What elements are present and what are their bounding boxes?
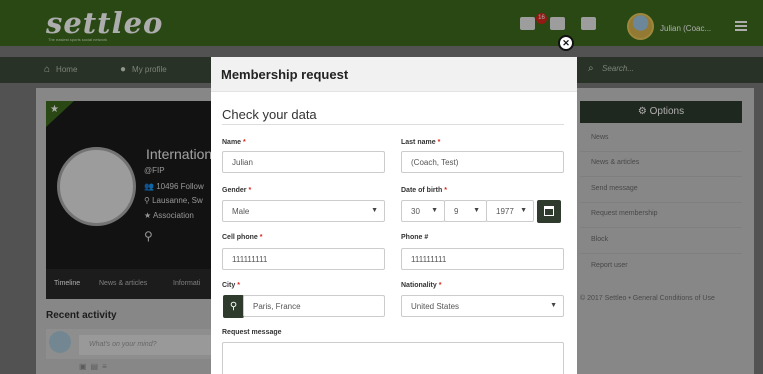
city-field[interactable]: Paris, France bbox=[243, 295, 385, 317]
gender-label: Gender * bbox=[222, 187, 252, 194]
location-pin-icon[interactable]: ⚲ bbox=[223, 295, 244, 318]
calendar-button[interactable] bbox=[537, 200, 561, 223]
city-label: City * bbox=[222, 282, 240, 289]
name-label: Name * bbox=[222, 139, 246, 146]
modal-title: Membership request bbox=[221, 67, 349, 82]
name-field[interactable]: Julian bbox=[222, 151, 385, 173]
nationality-select[interactable]: United States ▼ bbox=[401, 295, 564, 317]
chevron-down-icon: ▼ bbox=[550, 302, 557, 309]
phone-label: Phone # bbox=[401, 234, 429, 241]
cell-phone-label: Cell phone * bbox=[222, 234, 263, 241]
close-icon[interactable]: ✕ bbox=[558, 35, 574, 51]
cell-phone-field[interactable]: 111111111 bbox=[222, 248, 385, 270]
calendar-icon bbox=[544, 206, 554, 216]
chevron-down-icon: ▼ bbox=[371, 207, 378, 214]
request-message-label: Request message bbox=[222, 329, 282, 336]
gender-select[interactable]: Male ▼ bbox=[222, 200, 385, 222]
request-message-field[interactable] bbox=[222, 342, 564, 374]
dob-year-select[interactable]: 1977 ▼ bbox=[486, 200, 534, 222]
dob-label: Date of birth * bbox=[401, 187, 447, 194]
section-divider bbox=[222, 124, 564, 125]
dob-day-select[interactable]: 30 ▼ bbox=[401, 200, 445, 222]
nationality-label: Nationality * bbox=[401, 282, 442, 289]
modal-header: Membership request bbox=[211, 57, 577, 92]
dob-month-select[interactable]: 9 ▼ bbox=[444, 200, 487, 222]
chevron-down-icon: ▼ bbox=[520, 207, 527, 214]
section-title: Check your data bbox=[222, 107, 317, 122]
phone-field[interactable]: 111111111 bbox=[401, 248, 564, 270]
chevron-down-icon: ▼ bbox=[431, 207, 438, 214]
last-name-label: Last name * bbox=[401, 139, 441, 146]
last-name-field[interactable]: (Coach, Test) bbox=[401, 151, 564, 173]
chevron-down-icon: ▼ bbox=[473, 207, 480, 214]
